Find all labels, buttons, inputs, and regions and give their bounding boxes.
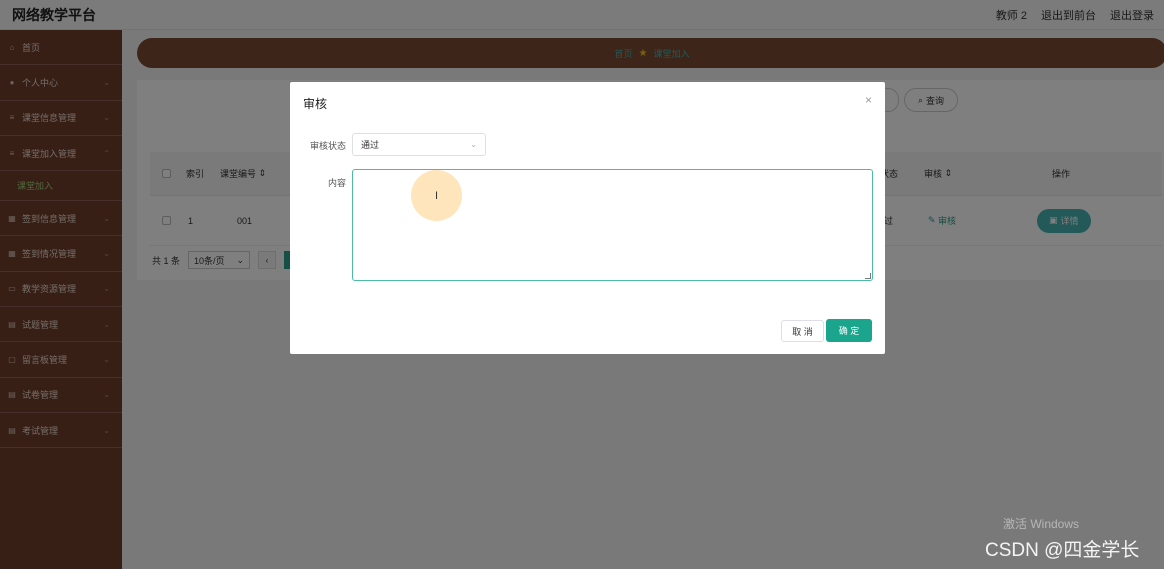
csdn-watermark: CSDN @四金学长: [985, 540, 1140, 561]
status-label: 审核状态: [309, 141, 346, 151]
text-cursor-icon: I: [435, 190, 439, 202]
resize-handle-icon[interactable]: [865, 273, 871, 279]
windows-activation-watermark: 激活 Windows: [1003, 517, 1080, 531]
chevron-down-icon: ⌄: [470, 140, 477, 149]
confirm-button[interactable]: 确 定: [826, 319, 872, 342]
content-label: 内容: [327, 178, 346, 188]
dialog-title: 审核: [303, 97, 328, 111]
status-select-value: 通过: [361, 140, 380, 150]
audit-dialog: 审核 × 审核状态 通过 ⌄ 内容 I 取 消 确 定: [290, 82, 885, 354]
status-select[interactable]: 通过 ⌄: [352, 133, 486, 156]
cancel-button[interactable]: 取 消: [781, 320, 824, 342]
close-icon[interactable]: ×: [865, 93, 872, 107]
